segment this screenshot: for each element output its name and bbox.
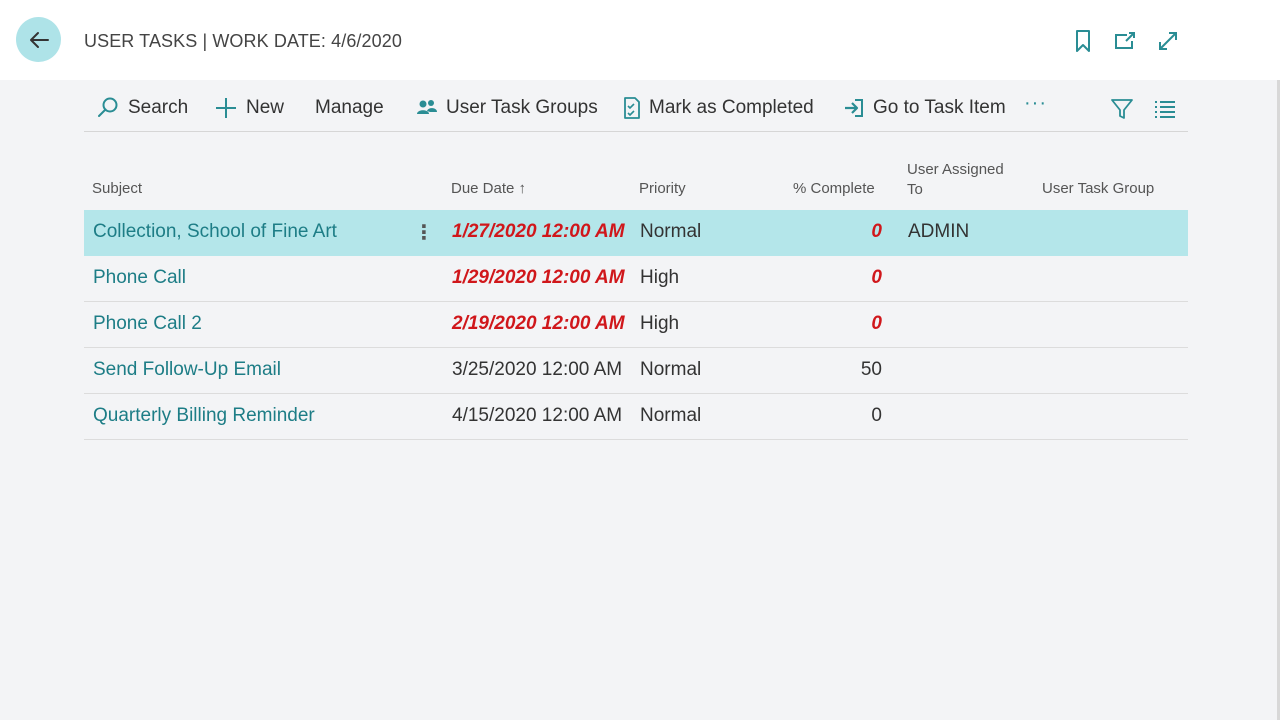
col-header-user-task-group[interactable]: User Task Group bbox=[1042, 180, 1154, 197]
priority-cell: Normal bbox=[640, 405, 702, 426]
table-row[interactable]: Phone Call 1/29/2020 12:00 AM High 0 bbox=[84, 256, 1188, 302]
plus-icon bbox=[216, 98, 236, 118]
subject-link[interactable]: Send Follow-Up Email bbox=[93, 359, 281, 381]
bookmark-icon bbox=[1076, 30, 1090, 52]
task-list: Collection, School of Fine Art ⋮ 1/27/20… bbox=[84, 210, 1188, 440]
go-to-icon bbox=[845, 99, 863, 117]
pct-complete-cell: 0 bbox=[871, 405, 882, 426]
page-header: USER TASKS | WORK DATE: 4/6/2020 bbox=[0, 0, 1280, 80]
filter-button[interactable] bbox=[1110, 95, 1142, 123]
due-date-cell: 3/25/2020 12:00 AM bbox=[452, 359, 623, 380]
col-header-due-date-label: Due Date bbox=[451, 180, 515, 197]
action-bar: Search New Manage User Task Groups Mark … bbox=[84, 86, 1188, 132]
table-row[interactable]: Phone Call 2 2/19/2020 12:00 AM High 0 bbox=[84, 302, 1188, 348]
sort-ascending-icon: ↑ bbox=[518, 180, 527, 197]
table-row[interactable]: Send Follow-Up Email 3/25/2020 12:00 AM … bbox=[84, 348, 1188, 394]
expand-button[interactable] bbox=[1155, 28, 1181, 54]
subject-link[interactable]: Phone Call 2 bbox=[93, 313, 202, 335]
expand-icon bbox=[1159, 32, 1177, 50]
checklist-icon bbox=[624, 97, 640, 119]
list-icon bbox=[1155, 101, 1175, 118]
row-menu-icon[interactable]: ⋮ bbox=[414, 220, 434, 245]
pct-complete-cell: 0 bbox=[871, 221, 882, 242]
manage-menu[interactable]: Manage bbox=[315, 94, 384, 122]
due-date-cell: 1/29/2020 12:00 AM bbox=[452, 267, 625, 288]
page-title: USER TASKS | WORK DATE: 4/6/2020 bbox=[84, 31, 402, 51]
col-header-due-date[interactable]: Due Date ↑ bbox=[451, 180, 526, 197]
due-date-cell: 4/15/2020 12:00 AM bbox=[452, 405, 623, 426]
manage-label: Manage bbox=[315, 97, 384, 118]
search-label: Search bbox=[128, 97, 189, 118]
pct-complete-cell: 50 bbox=[860, 359, 882, 380]
user-task-groups-button[interactable]: User Task Groups bbox=[416, 94, 598, 122]
table-row[interactable]: Quarterly Billing Reminder 4/15/2020 12:… bbox=[84, 394, 1188, 440]
user-assigned-cell: ADMIN bbox=[908, 221, 970, 242]
col-header-user-assigned-line2: To bbox=[907, 181, 923, 198]
search-button[interactable]: Search bbox=[96, 94, 188, 122]
go-to-task-item-label: Go to Task Item bbox=[873, 97, 1006, 118]
due-date-cell: 2/19/2020 12:00 AM bbox=[452, 313, 625, 334]
col-header-user-assigned[interactable]: User Assigned To bbox=[907, 160, 1004, 200]
open-new-window-button[interactable] bbox=[1112, 28, 1138, 54]
new-label: New bbox=[246, 97, 285, 118]
back-arrow-icon bbox=[29, 31, 49, 48]
people-icon bbox=[417, 100, 437, 114]
more-options-icon[interactable]: ··· bbox=[1024, 92, 1047, 115]
filter-icon bbox=[1111, 99, 1133, 119]
back-button[interactable] bbox=[16, 17, 61, 62]
bookmark-button[interactable] bbox=[1070, 28, 1096, 54]
user-task-groups-label: User Task Groups bbox=[446, 97, 598, 118]
priority-cell: Normal bbox=[640, 359, 702, 380]
priority-cell: High bbox=[640, 313, 680, 334]
go-to-task-item-button[interactable]: Go to Task Item bbox=[843, 94, 1006, 122]
open-new-window-icon bbox=[1115, 32, 1135, 49]
table-row[interactable]: Collection, School of Fine Art ⋮ 1/27/20… bbox=[84, 210, 1188, 256]
col-header-pct-complete[interactable]: % Complete bbox=[793, 180, 875, 197]
new-button[interactable]: New bbox=[214, 94, 284, 122]
subject-link[interactable]: Quarterly Billing Reminder bbox=[93, 405, 315, 427]
subject-link[interactable]: Collection, School of Fine Art bbox=[93, 221, 337, 243]
due-date-cell: 1/27/2020 12:00 AM bbox=[452, 221, 625, 242]
col-header-subject[interactable]: Subject bbox=[92, 180, 142, 197]
pct-complete-cell: 0 bbox=[871, 313, 882, 334]
list-view-button[interactable] bbox=[1154, 95, 1184, 123]
pct-complete-cell: 0 bbox=[871, 267, 882, 288]
priority-cell: Normal bbox=[640, 221, 702, 242]
mark-completed-label: Mark as Completed bbox=[649, 97, 814, 118]
mark-completed-button[interactable]: Mark as Completed bbox=[623, 94, 814, 122]
col-header-user-assigned-line1: User Assigned bbox=[907, 161, 1004, 178]
col-header-priority[interactable]: Priority bbox=[639, 180, 686, 197]
priority-cell: High bbox=[640, 267, 680, 288]
search-icon bbox=[98, 97, 118, 117]
subject-link[interactable]: Phone Call bbox=[93, 267, 186, 289]
